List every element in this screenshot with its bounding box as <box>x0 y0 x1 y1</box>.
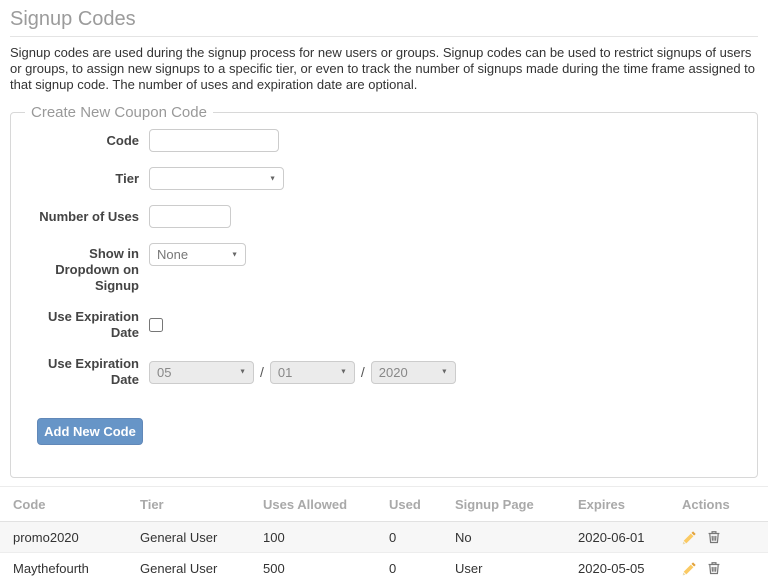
table-row: Maythefourth General User 500 0 User 202… <box>0 553 768 583</box>
header-tier: Tier <box>127 487 250 522</box>
expiration-year-select[interactable]: 2020 <box>371 361 456 384</box>
header-uses-allowed: Uses Allowed <box>250 487 376 522</box>
pencil-icon[interactable] <box>682 530 697 545</box>
number-of-uses-label: Number of Uses <box>37 209 149 225</box>
show-in-dropdown-label: Show in Dropdown on Signup <box>37 243 149 294</box>
header-actions: Actions <box>669 487 768 522</box>
header-used: Used <box>376 487 442 522</box>
header-code: Code <box>0 487 127 522</box>
show-in-dropdown-select[interactable]: None <box>149 243 246 266</box>
use-expiration-checkbox[interactable] <box>149 318 163 332</box>
date-separator: / <box>260 364 264 380</box>
cell-tier: General User <box>127 522 250 553</box>
signup-codes-table: Code Tier Uses Allowed Used Signup Page … <box>0 486 768 583</box>
cell-uses-allowed: 100 <box>250 522 376 553</box>
cell-actions <box>669 522 768 553</box>
expiration-day-select[interactable]: 01 <box>270 361 355 384</box>
code-input[interactable] <box>149 129 279 152</box>
fieldset-legend: Create New Coupon Code <box>25 104 213 121</box>
add-new-code-button[interactable]: Add New Code <box>37 418 143 445</box>
header-signup-page: Signup Page <box>442 487 565 522</box>
tier-row: Tier ▼ <box>37 167 757 190</box>
code-row: Code <box>37 129 757 152</box>
cell-signup-page: No <box>442 522 565 553</box>
tier-label: Tier <box>37 171 149 187</box>
cell-used: 0 <box>376 522 442 553</box>
use-expiration-checkbox-row: Use Expiration Date <box>37 309 757 341</box>
date-separator: / <box>361 364 365 380</box>
expiration-date-label: Use Expiration Date <box>37 356 149 388</box>
cell-expires: 2020-05-05 <box>565 553 669 583</box>
expiration-date-row: Use Expiration Date 05 ▼ / 01 ▼ / 2020 ▼ <box>37 356 757 388</box>
cell-signup-page: User <box>442 553 565 583</box>
cell-expires: 2020-06-01 <box>565 522 669 553</box>
cell-actions <box>669 553 768 583</box>
show-in-dropdown-row: Show in Dropdown on Signup None ▼ <box>37 243 757 294</box>
page-title: Signup Codes <box>10 0 758 37</box>
trash-icon[interactable] <box>707 530 722 545</box>
table-row: promo2020 General User 100 0 No 2020-06-… <box>0 522 768 553</box>
number-of-uses-row: Number of Uses <box>37 205 757 228</box>
page-description: Signup codes are used during the signup … <box>10 45 758 93</box>
tier-select[interactable] <box>149 167 284 190</box>
code-label: Code <box>37 133 149 149</box>
pencil-icon[interactable] <box>682 561 697 576</box>
number-of-uses-input[interactable] <box>149 205 231 228</box>
cell-code: Maythefourth <box>0 553 127 583</box>
expiration-month-select[interactable]: 05 <box>149 361 254 384</box>
cell-code: promo2020 <box>0 522 127 553</box>
header-expires: Expires <box>565 487 669 522</box>
use-expiration-checkbox-label: Use Expiration Date <box>37 309 149 341</box>
table-header-row: Code Tier Uses Allowed Used Signup Page … <box>0 487 768 522</box>
cell-uses-allowed: 500 <box>250 553 376 583</box>
create-coupon-fieldset: Create New Coupon Code Code Tier ▼ Numbe… <box>10 104 758 478</box>
trash-icon[interactable] <box>707 561 722 576</box>
cell-tier: General User <box>127 553 250 583</box>
cell-used: 0 <box>376 553 442 583</box>
